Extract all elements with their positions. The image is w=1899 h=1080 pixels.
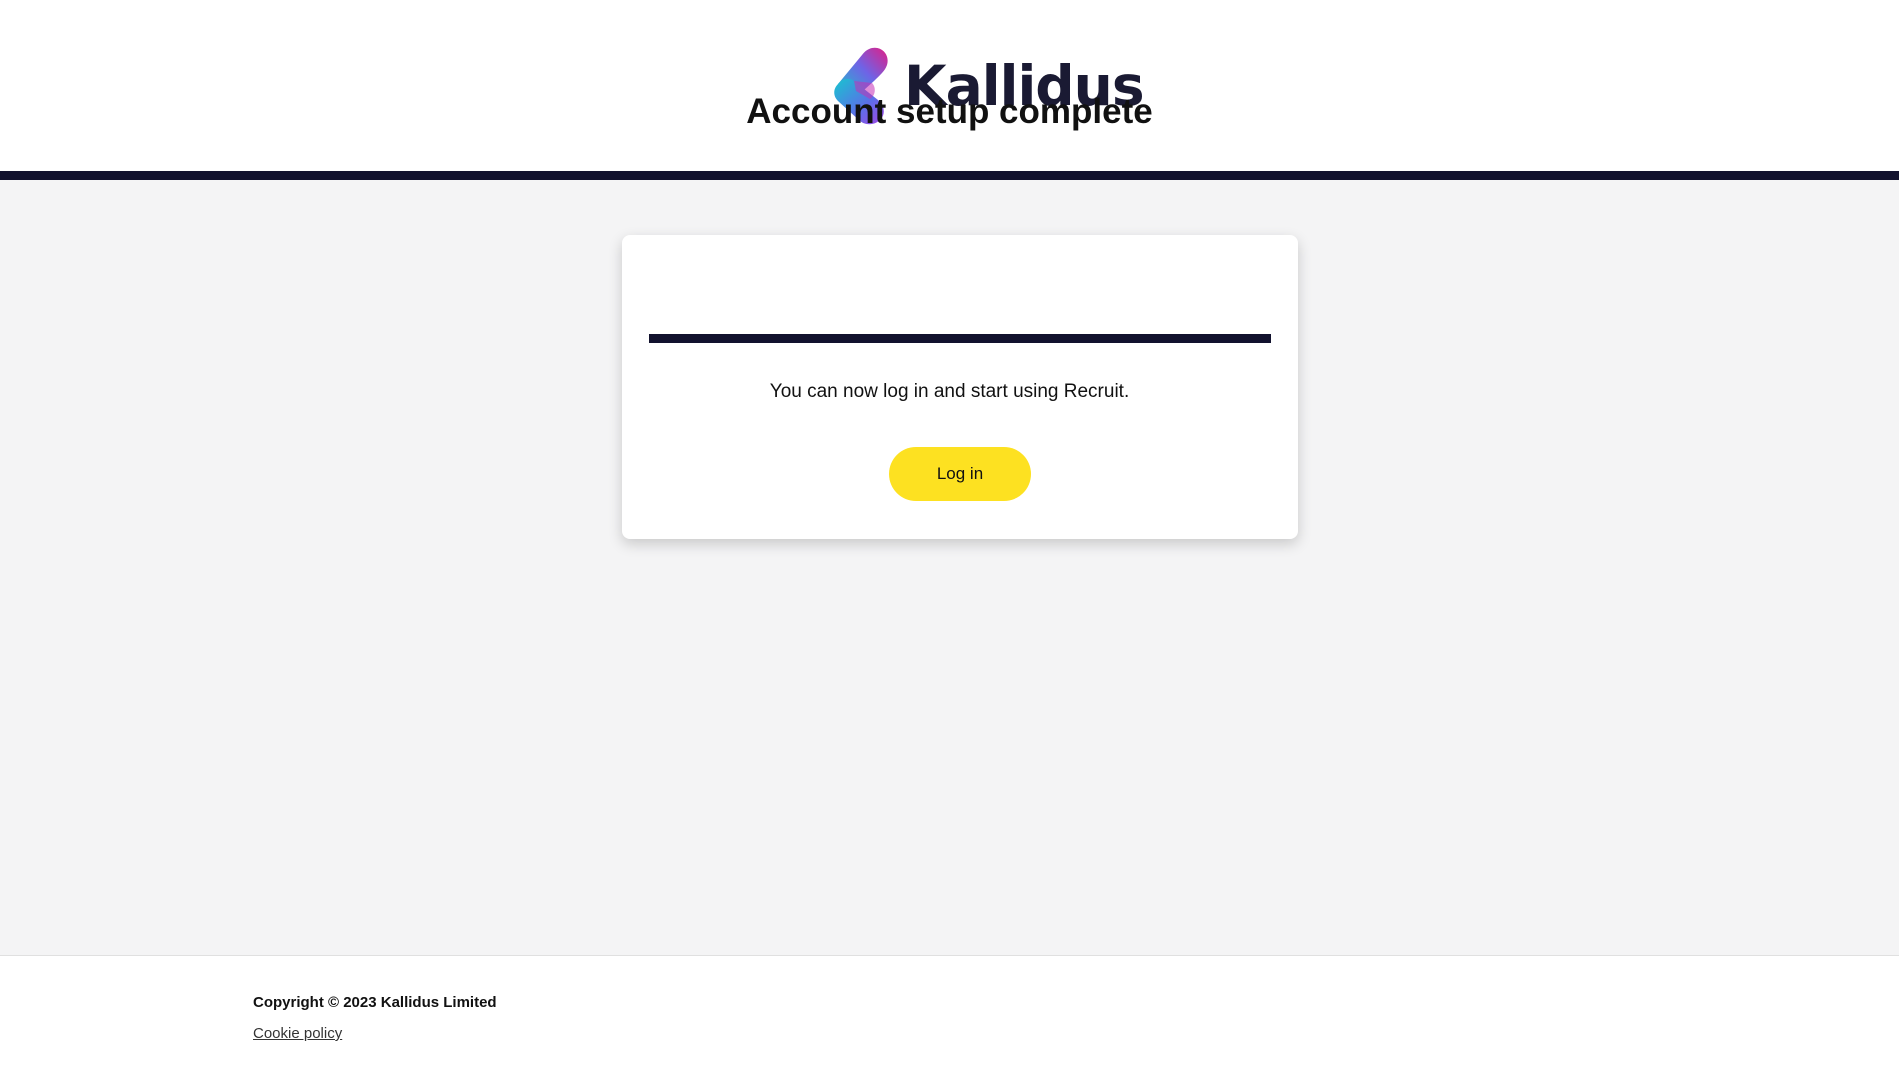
main-content xyxy=(0,180,1899,955)
page-footer: Copyright © 2023 Kallidus Limited Cookie… xyxy=(0,955,1899,1080)
title-divider xyxy=(649,334,1271,343)
page-title: Account setup complete xyxy=(746,92,1153,131)
page-header: Kallidus xyxy=(0,0,1899,171)
success-message: You can now log in and start using Recru… xyxy=(769,381,1130,402)
copyright-text: Copyright © 2023 Kallidus Limited xyxy=(253,994,497,1011)
cookie-policy-link[interactable]: Cookie policy xyxy=(253,1025,342,1043)
header-divider xyxy=(0,171,1899,180)
login-button[interactable]: Log in xyxy=(889,447,1031,501)
